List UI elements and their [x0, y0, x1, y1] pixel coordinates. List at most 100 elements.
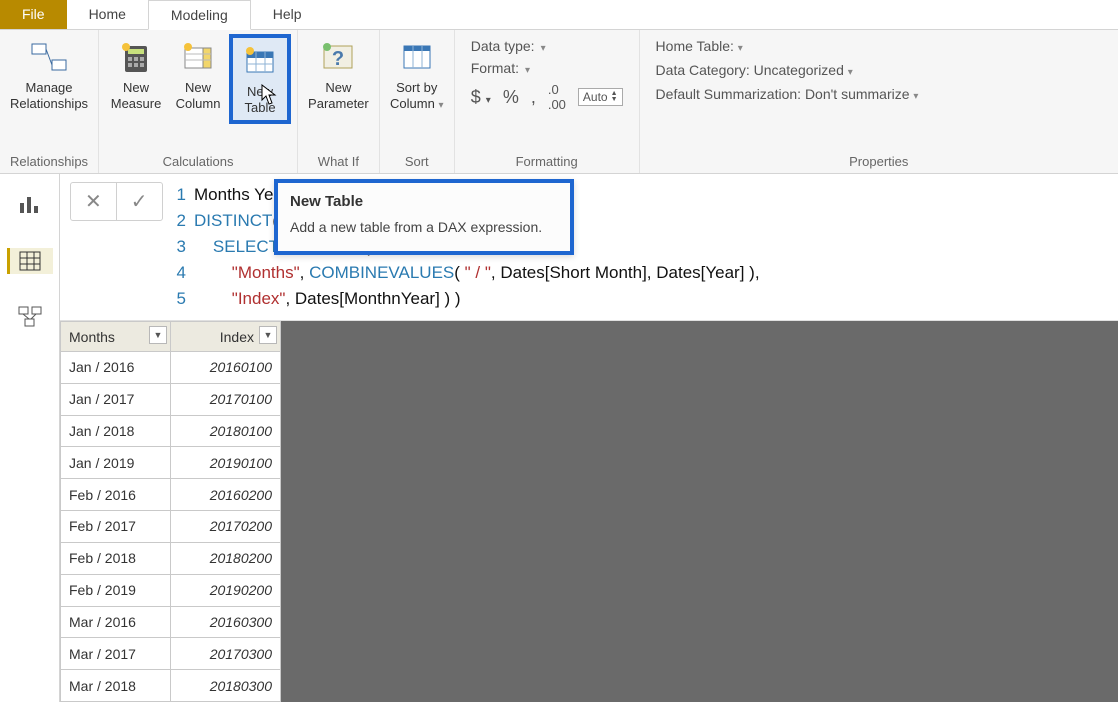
cell-index[interactable]: 20160200 — [171, 479, 281, 511]
cell-index[interactable]: 20170100 — [171, 383, 281, 415]
cell-months[interactable]: Mar / 2016 — [61, 606, 171, 638]
left-rail — [0, 174, 60, 702]
format-dropdown[interactable]: Format: — [471, 60, 623, 76]
sort-by-column-button[interactable]: Sort by Column — [386, 34, 448, 118]
new-measure-button[interactable]: New Measure — [105, 34, 167, 116]
manage-relationships-button[interactable]: Manage Relationships — [6, 34, 92, 116]
cell-index[interactable]: 20160300 — [171, 606, 281, 638]
column-filter-button[interactable]: ▼ — [149, 326, 167, 344]
group-label-relationships: Relationships — [6, 152, 92, 173]
cell-months[interactable]: Mar / 2017 — [61, 638, 171, 670]
table-row[interactable]: Feb / 201820180200 — [61, 542, 281, 574]
main-area: New Table Add a new table from a DAX exp… — [0, 174, 1118, 702]
ribbon-group-whatif: ? New Parameter What If — [298, 30, 380, 173]
cell-months[interactable]: Jan / 2018 — [61, 415, 171, 447]
manage-relationships-label: Manage Relationships — [10, 80, 88, 112]
table-row[interactable]: Jan / 201920190100 — [61, 447, 281, 479]
group-label-calculations: Calculations — [105, 152, 291, 173]
new-table-tooltip: New Table Add a new table from a DAX exp… — [274, 179, 574, 255]
manage-relationships-icon — [30, 38, 68, 76]
table-row[interactable]: Jan / 201820180100 — [61, 415, 281, 447]
new-table-button[interactable]: New Table — [229, 34, 291, 124]
sort-by-column-icon — [398, 38, 436, 76]
cell-index[interactable]: 20170300 — [171, 638, 281, 670]
bar-chart-icon — [18, 195, 42, 215]
data-type-dropdown[interactable]: Data type: — [471, 38, 623, 54]
formula-cancel-button[interactable]: ✕ — [71, 183, 116, 220]
tab-home[interactable]: Home — [67, 0, 148, 29]
ribbon-group-formatting: Data type: Format: $ ▾ % , .0.00 Auto ▲▼… — [455, 30, 640, 173]
line-gutter: 1 2 3 4 5 — [173, 182, 194, 312]
tooltip-body: Add a new table from a DAX expression. — [290, 218, 558, 237]
new-parameter-button[interactable]: ? New Parameter — [304, 34, 373, 116]
table-row[interactable]: Mar / 201820180300 — [61, 670, 281, 702]
ribbon-group-properties: Home Table: Data Category: Uncategorized… — [640, 30, 1118, 173]
column-header-months[interactable]: Months ▼ — [61, 322, 171, 352]
data-grid-wrap: Months ▼ Index ▼ Jan / 201620160100Jan /… — [60, 321, 1118, 702]
formula-actions: ✕ ✓ — [70, 182, 163, 221]
new-column-label: New Column — [176, 80, 221, 112]
cell-months[interactable]: Feb / 2017 — [61, 511, 171, 543]
cell-index[interactable]: 20170200 — [171, 511, 281, 543]
cell-index[interactable]: 20160100 — [171, 352, 281, 384]
cell-months[interactable]: Feb / 2019 — [61, 574, 171, 606]
chevron-down-icon — [848, 62, 853, 78]
table-row[interactable]: Mar / 201620160300 — [61, 606, 281, 638]
ribbon-group-calculations: New Measure New Column New Table Calcula… — [99, 30, 298, 173]
table-row[interactable]: Jan / 201720170100 — [61, 383, 281, 415]
new-column-button[interactable]: New Column — [167, 34, 229, 116]
formula-commit-button[interactable]: ✓ — [116, 183, 162, 220]
cell-index[interactable]: 20180100 — [171, 415, 281, 447]
column-filter-button[interactable]: ▼ — [259, 326, 277, 344]
chevron-down-icon — [738, 38, 743, 54]
stepper-arrows-icon: ▲▼ — [611, 91, 618, 103]
default-summarization-dropdown[interactable]: Default Summarization: Don't summarize — [656, 86, 919, 102]
report-view-button[interactable] — [15, 192, 45, 218]
home-table-dropdown[interactable]: Home Table: — [656, 38, 919, 54]
data-category-dropdown[interactable]: Data Category: Uncategorized — [656, 62, 919, 78]
cell-months[interactable]: Jan / 2019 — [61, 447, 171, 479]
tab-modeling[interactable]: Modeling — [148, 0, 251, 30]
percent-format-button[interactable]: % — [503, 87, 519, 108]
table-row[interactable]: Jan / 201620160100 — [61, 352, 281, 384]
new-parameter-label: New Parameter — [308, 80, 369, 112]
table-row[interactable]: Mar / 201720170300 — [61, 638, 281, 670]
new-measure-label: New Measure — [111, 80, 162, 112]
new-measure-icon — [117, 38, 155, 76]
ribbon-group-relationships: Manage Relationships Relationships — [0, 30, 99, 173]
tab-help[interactable]: Help — [251, 0, 324, 29]
group-label-formatting: Formatting — [461, 152, 633, 173]
sort-by-column-label: Sort by Column — [390, 80, 437, 111]
data-view-button[interactable] — [7, 248, 53, 274]
tab-file[interactable]: File — [0, 0, 67, 29]
cell-index[interactable]: 20190200 — [171, 574, 281, 606]
cell-index[interactable]: 20180300 — [171, 670, 281, 702]
group-label-whatif: What If — [304, 152, 373, 173]
cell-index[interactable]: 20190100 — [171, 447, 281, 479]
chevron-down-icon — [541, 38, 546, 54]
group-label-sort: Sort — [386, 152, 448, 173]
cell-index[interactable]: 20180200 — [171, 542, 281, 574]
ribbon-tabs: File Home Modeling Help — [0, 0, 1118, 30]
chevron-down-icon — [913, 86, 918, 102]
decimal-places-stepper[interactable]: Auto ▲▼ — [578, 88, 623, 106]
cell-months[interactable]: Mar / 2018 — [61, 670, 171, 702]
currency-format-button[interactable]: $ ▾ — [471, 87, 491, 108]
cell-months[interactable]: Feb / 2018 — [61, 542, 171, 574]
comma-format-button[interactable]: , — [531, 87, 536, 108]
tooltip-title: New Table — [290, 193, 558, 210]
cell-months[interactable]: Jan / 2017 — [61, 383, 171, 415]
decimals-icon: .0.00 — [548, 82, 566, 112]
chevron-down-icon — [438, 96, 443, 111]
table-row[interactable]: Feb / 201720170200 — [61, 511, 281, 543]
column-header-index[interactable]: Index ▼ — [171, 322, 281, 352]
table-icon — [19, 251, 41, 271]
cell-months[interactable]: Feb / 2016 — [61, 479, 171, 511]
table-row[interactable]: Feb / 201920190200 — [61, 574, 281, 606]
new-table-icon — [241, 42, 279, 80]
model-view-button[interactable] — [15, 304, 45, 330]
data-grid[interactable]: Months ▼ Index ▼ Jan / 201620160100Jan /… — [60, 321, 281, 702]
cell-months[interactable]: Jan / 2016 — [61, 352, 171, 384]
model-icon — [18, 306, 42, 328]
table-row[interactable]: Feb / 201620160200 — [61, 479, 281, 511]
